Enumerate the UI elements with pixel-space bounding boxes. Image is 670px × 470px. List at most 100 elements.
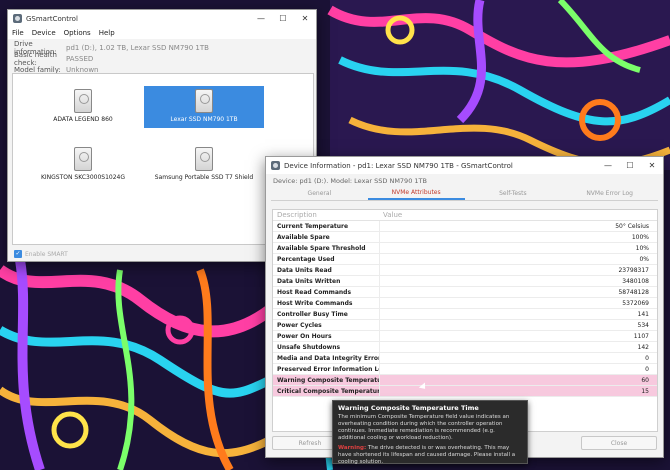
device-name: ADATA LEGEND 860 [53, 116, 113, 123]
table-row[interactable]: Unsafe Shutdowns 142 [273, 341, 657, 353]
tooltip-body: The minimum Composite Temperature field … [338, 414, 510, 441]
row-description: Warning Composite Temperature Time [277, 376, 379, 384]
table-row[interactable]: Power On Hours 1107 [273, 330, 657, 342]
table-row-warning[interactable]: Warning Composite Temperature Time60 [273, 374, 657, 386]
row-value: 534 [379, 319, 657, 331]
row-description: Power On Hours [277, 332, 332, 340]
table-body: Current Temperature 50° Celsius Available… [273, 220, 657, 397]
row-value: 0% [379, 253, 657, 265]
device-name: Lexar SSD NM790 1TB [170, 116, 238, 123]
row-value: 3480108 [379, 275, 657, 287]
menu-bar: File Device Options Help [8, 27, 316, 39]
row-value: 141 [379, 308, 657, 320]
row-description: Host Read Commands [277, 288, 352, 296]
tab-self-tests[interactable]: Self-Tests [465, 187, 562, 200]
row-description: Host Write Commands [277, 299, 353, 307]
table-row[interactable]: Percentage Used 0% [273, 253, 657, 265]
row-value: 1107 [379, 330, 657, 342]
row-value: 0 [379, 352, 657, 364]
device-label: Device: [273, 176, 298, 185]
tooltip-warning-label: Warning: [338, 445, 367, 451]
table-row[interactable]: Current Temperature 50° Celsius [273, 220, 657, 232]
main-window-title: GSmartControl [26, 14, 78, 23]
device-adata[interactable]: ADATA LEGEND 860 [23, 86, 143, 128]
device-samsung[interactable]: Samsung Portable SSD T7 Shield [144, 144, 264, 186]
info-window-title: Device Information - pd1: Lexar SSD NM79… [284, 161, 513, 170]
table-row[interactable]: Host Write Commands 5372069 [273, 297, 657, 309]
drive-information-value: pd1 (D:), 1.02 TB, Lexar SSD NM790 1TB [66, 43, 209, 52]
tab-bar: General NVMe Attributes Self-Tests NVMe … [271, 187, 658, 201]
enable-smart-label: Enable SMART [25, 250, 68, 258]
maximize-button[interactable]: ☐ [272, 10, 294, 27]
close-dialog-button[interactable]: Close [581, 436, 657, 450]
menu-options[interactable]: Options [64, 29, 91, 37]
row-description: Data Units Written [277, 277, 341, 285]
menu-file[interactable]: File [12, 29, 24, 37]
row-description: Percentage Used [277, 255, 335, 263]
table-row[interactable]: Data Units Written 3480108 [273, 275, 657, 287]
row-value: 23798317 [379, 264, 657, 276]
device-name: KINGSTON SKC3000S1024G [40, 174, 126, 181]
table-row[interactable]: Available Spare 100% [273, 231, 657, 243]
minimize-button[interactable]: — [597, 157, 619, 174]
row-value: 58748128 [379, 286, 657, 298]
hard-drive-icon [195, 89, 213, 113]
row-value: 5372069 [379, 297, 657, 309]
row-description: Available Spare [277, 233, 330, 241]
menu-device[interactable]: Device [32, 29, 56, 37]
hard-drive-icon [195, 147, 213, 171]
info-window-titlebar[interactable]: Device Information - pd1: Lexar SSD NM79… [266, 157, 663, 174]
table-row[interactable]: Preserved Error Information Log Entries0 [273, 363, 657, 375]
table-header: Description Value [273, 210, 657, 221]
table-row-warning[interactable]: Critical Composite Temperature Time15 [273, 385, 657, 397]
row-description: Power Cycles [277, 321, 322, 329]
row-description: Media and Data Integrity Errors [277, 354, 379, 362]
table-row[interactable]: Available Spare Threshold 10% [273, 242, 657, 254]
maximize-button[interactable]: ☐ [619, 157, 641, 174]
row-description: Unsafe Shutdowns [277, 343, 341, 351]
device-name: Samsung Portable SSD T7 Shield [154, 174, 254, 181]
tooltip-title: Warning Composite Temperature Time [338, 404, 479, 412]
table-row[interactable]: Data Units Read 23798317 [273, 264, 657, 276]
hard-drive-icon [74, 147, 92, 171]
enable-smart-checkbox[interactable]: ✓ [14, 250, 22, 258]
table-row[interactable]: Host Read Commands 58748128 [273, 286, 657, 298]
row-description: Data Units Read [277, 266, 332, 274]
device-lexar[interactable]: Lexar SSD NM790 1TB [144, 86, 264, 128]
table-row[interactable]: Controller Busy Time 141 [273, 308, 657, 320]
close-button[interactable]: ✕ [294, 10, 316, 27]
row-description: Preserved Error Information Log Entries [277, 365, 379, 373]
tab-nvme-attributes[interactable]: NVMe Attributes [367, 187, 465, 200]
row-description: Available Spare Threshold [277, 244, 366, 252]
column-header-value[interactable]: Value [379, 211, 402, 219]
row-description: Controller Busy Time [277, 310, 348, 318]
close-button[interactable]: ✕ [641, 157, 663, 174]
attributes-table: Description Value Current Temperature 50°… [272, 209, 658, 432]
menu-help[interactable]: Help [99, 29, 115, 37]
row-value: 142 [379, 341, 657, 353]
health-check-value: PASSED [66, 54, 94, 63]
table-row[interactable]: Media and Data Integrity Errors 0 [273, 352, 657, 364]
column-header-description[interactable]: Description [273, 211, 379, 219]
row-description: Current Temperature [277, 222, 349, 230]
row-description: Critical Composite Temperature Time [277, 387, 379, 395]
enable-smart-row: ✓ Enable SMART [14, 250, 68, 258]
main-window-titlebar[interactable]: GSmartControl — ☐ ✕ [8, 10, 316, 27]
tab-general[interactable]: General [271, 187, 368, 200]
table-row[interactable]: Power Cycles 534 [273, 319, 657, 331]
device-header-line: Device: pd1 (D:). Model: Lexar SSD NM790… [266, 174, 663, 187]
row-value: 50° Celsius [379, 220, 657, 232]
row-value: 10% [379, 242, 657, 254]
model-label: Model: [330, 176, 353, 185]
row-value: 0 [379, 363, 657, 375]
gsmartcontrol-app-icon [13, 14, 22, 23]
minimize-button[interactable]: — [250, 10, 272, 27]
device-value: pd1 (D:). [299, 176, 329, 185]
drive-info-panel: Drive information: pd1 (D:), 1.02 TB, Le… [8, 39, 316, 77]
tooltip-warning: Warning: The drive detected is or was ov… [338, 445, 522, 466]
gsmartcontrol-app-icon [271, 161, 280, 170]
hard-drive-icon [74, 89, 92, 113]
tab-nvme-error-log[interactable]: NVMe Error Log [561, 187, 658, 200]
device-kingston[interactable]: KINGSTON SKC3000S1024G [23, 144, 143, 186]
row-value: 100% [379, 231, 657, 243]
